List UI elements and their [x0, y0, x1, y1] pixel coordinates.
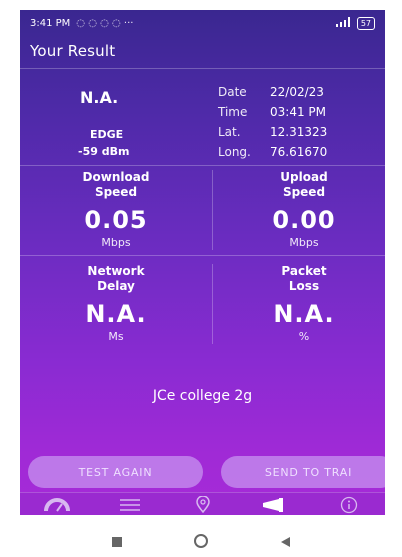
divider — [20, 68, 385, 69]
upload-speed: Upload Speed 0.00 Mbps — [213, 170, 385, 249]
info-label: Time — [218, 105, 248, 119]
metric-title-line: Delay — [97, 279, 135, 293]
packet-loss: Packet Loss N.A. % — [213, 264, 385, 343]
metric-title-line: Network — [87, 264, 145, 278]
info-value: 22/02/23 — [270, 85, 324, 99]
metric-title-line: Speed — [94, 185, 138, 199]
info-label: Long. — [218, 145, 251, 159]
notification-icons: ◌ ◌ ◌ ◌ ··· — [76, 17, 134, 29]
metric-value: 0.05 — [84, 206, 148, 234]
info-row-long: Long. 76.61670 — [218, 142, 327, 162]
send-to-trai-button[interactable]: SEND TO TRAI — [221, 456, 385, 488]
metric-value: N.A. — [273, 300, 335, 328]
result-summary: N.A. EDGE -59 dBm Date 22/02/23 Time 03:… — [20, 70, 385, 165]
metric-title-line: Upload — [280, 170, 328, 184]
battery-icon: 57 — [356, 16, 375, 30]
network-name: JCe college 2g — [152, 388, 253, 404]
info-row-time: Time 03:41 PM — [218, 102, 327, 122]
info-row-lat: Lat. 12.31323 — [218, 122, 327, 142]
metric-value: 0.00 — [272, 206, 336, 234]
metric-unit: Mbps — [289, 236, 319, 249]
metric-title-line: Download — [82, 170, 150, 184]
speedometer-icon[interactable] — [37, 493, 77, 515]
location-icon[interactable] — [183, 493, 223, 515]
metric-title: Packet Loss — [213, 264, 385, 294]
metric-title: Network Delay — [25, 264, 207, 294]
metric-unit: Mbps — [101, 236, 131, 249]
info-table: Date 22/02/23 Time 03:41 PM Lat. 12.3132… — [218, 82, 327, 162]
status-time: 3:41 PM — [30, 17, 71, 29]
divider — [20, 255, 385, 256]
info-label: Date — [218, 85, 247, 99]
home-button[interactable] — [193, 533, 209, 553]
info-label: Lat. — [218, 125, 241, 139]
page-title: Your Result — [30, 42, 116, 60]
metric-title: Upload Speed — [213, 170, 385, 200]
metric-title-line: Speed — [282, 185, 326, 199]
system-navigation-bar — [0, 528, 402, 557]
result-status: N.A. — [80, 88, 119, 107]
download-speed: Download Speed 0.05 Mbps — [25, 170, 207, 249]
metric-title-line: Loss — [288, 279, 320, 293]
bottom-nav — [20, 492, 385, 515]
signal-icon — [335, 16, 351, 30]
metric-unit: Ms — [108, 330, 124, 343]
network-type: EDGE — [90, 128, 124, 141]
metric-value: N.A. — [85, 300, 147, 328]
info-icon[interactable] — [329, 493, 369, 515]
info-value: 12.31323 — [270, 125, 328, 139]
app-screen: 3:41 PM ◌ ◌ ◌ ◌ ··· 57 Your Result N.A. … — [20, 10, 385, 515]
info-value: 76.61670 — [270, 145, 328, 159]
signal-strength: -59 dBm — [78, 145, 130, 158]
info-row-date: Date 22/02/23 — [218, 82, 327, 102]
network-delay: Network Delay N.A. Ms — [25, 264, 207, 343]
test-again-button[interactable]: TEST AGAIN — [28, 456, 203, 488]
divider — [20, 165, 385, 166]
status-bar: 3:41 PM ◌ ◌ ◌ ◌ ··· 57 — [20, 10, 385, 36]
recent-apps-button[interactable] — [111, 533, 123, 552]
metric-unit: % — [298, 330, 310, 343]
info-value: 03:41 PM — [270, 105, 326, 119]
megaphone-icon[interactable] — [256, 493, 296, 515]
back-button[interactable] — [279, 533, 291, 552]
metric-title-line: Packet — [281, 264, 327, 278]
metric-title: Download Speed — [25, 170, 207, 200]
list-icon[interactable] — [110, 493, 150, 515]
